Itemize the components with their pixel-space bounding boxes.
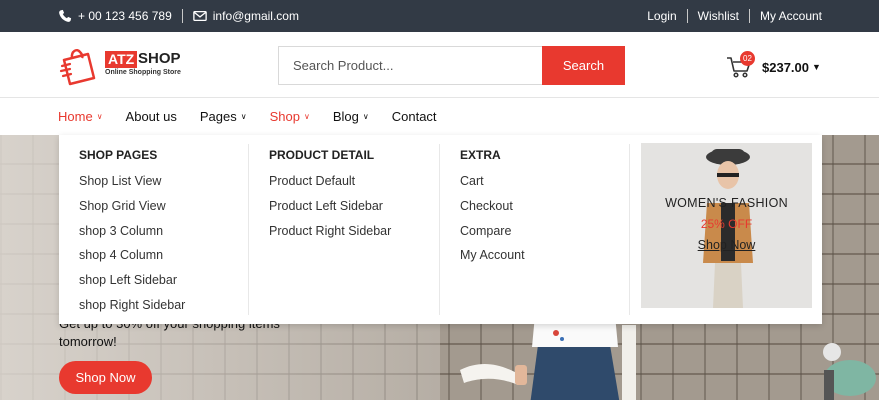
chevron-down-icon: ∨: [362, 112, 369, 121]
header: ATZ SHOP Online Shopping Store Search 02…: [0, 32, 879, 98]
mega-menu-link[interactable]: Product Left Sidebar: [269, 198, 391, 223]
mega-menu-link[interactable]: shop Right Sidebar: [79, 297, 185, 322]
cart-icon-wrapper: 02: [726, 51, 755, 79]
cart-total: $237.00: [762, 59, 809, 75]
nav-item-label: Pages: [199, 109, 237, 124]
logo-brand-text: SHOP: [138, 50, 181, 67]
wishlist-link[interactable]: Wishlist: [698, 9, 739, 23]
cart-widget[interactable]: 02 $237.00 ▼: [726, 51, 826, 82]
logo-brand-box: ATZ: [105, 51, 138, 68]
my-account-link[interactable]: My Account: [760, 9, 822, 23]
mega-menu-link[interactable]: Product Default: [269, 173, 391, 198]
logo[interactable]: ATZ SHOP Online Shopping Store: [58, 46, 188, 86]
nav-item-contact[interactable]: Contact: [392, 109, 437, 124]
scooter-image: [823, 343, 876, 400]
nav-item-blog[interactable]: Blog ∨: [333, 109, 369, 124]
mega-menu-link[interactable]: Product Right Sidebar: [269, 223, 391, 248]
search-bar: Search: [278, 46, 625, 85]
top-bar: + 00 123 456 789 info@gmail.com Login Wi…: [0, 0, 879, 32]
chevron-down-icon: ▼: [812, 62, 821, 72]
promo-title: WOMEN'S FASHION: [665, 196, 788, 210]
mega-menu-column-extra: EXTRA Cart Checkout Compare My Account: [440, 144, 630, 315]
mega-menu-column-shop-pages: SHOP PAGES Shop List View Shop Grid View…: [59, 144, 249, 315]
shopping-bag-logo-icon: [59, 49, 96, 86]
contact-info: + 00 123 456 789 info@gmail.com: [58, 9, 299, 23]
nav-item-label: Shop: [269, 109, 300, 124]
phone-contact: + 00 123 456 789: [58, 9, 172, 23]
mega-menu-link[interactable]: shop 4 Column: [79, 247, 185, 272]
promo-discount: 25% OFF: [700, 217, 753, 231]
email-address: info@gmail.com: [212, 9, 299, 23]
womens-fashion-promo[interactable]: WOMEN'S FASHION 25% OFF Shop Now: [641, 143, 812, 308]
nav-item-label: Contact: [391, 109, 437, 124]
shop-mega-menu: SHOP PAGES Shop List View Shop Grid View…: [59, 135, 822, 324]
hero-text-line-2: tomorrow!: [59, 334, 117, 349]
nav-item-label: Blog: [332, 109, 359, 124]
mega-menu-link[interactable]: My Account: [460, 247, 525, 272]
chevron-down-icon: ∨: [303, 112, 310, 121]
nav-item-home[interactable]: Home ∨: [58, 109, 103, 124]
envelope-icon: [192, 10, 207, 22]
nav-item-label: About us: [125, 109, 177, 124]
promo-shop-now-link[interactable]: Shop Now: [641, 238, 812, 252]
chevron-down-icon: ∨: [96, 112, 103, 121]
nav-item-pages[interactable]: Pages ∨: [200, 109, 247, 124]
nav-list: Home ∨ About us Pages ∨ Shop ∨ Blog ∨ Contac…: [58, 109, 460, 124]
model-image: [460, 315, 636, 400]
nav-item-shop[interactable]: Shop ∨: [270, 109, 310, 124]
phone-icon: [59, 9, 72, 22]
mega-menu-list: Cart Checkout Compare My Account: [460, 173, 525, 272]
mega-menu-heading: PRODUCT DETAIL: [269, 148, 375, 162]
mega-menu-link[interactable]: Shop Grid View: [79, 198, 185, 223]
email-contact[interactable]: info@gmail.com: [192, 9, 299, 23]
chevron-down-icon: ∨: [240, 112, 247, 121]
mega-menu-list: Product Default Product Left Sidebar Pro…: [269, 173, 391, 247]
search-input[interactable]: [278, 46, 543, 85]
nav-item-about-us[interactable]: About us: [126, 109, 177, 124]
hero-shop-now-button[interactable]: Shop Now: [59, 361, 152, 394]
login-link[interactable]: Login: [647, 9, 676, 23]
mega-menu-link[interactable]: shop Left Sidebar: [79, 272, 185, 297]
account-links: Login Wishlist My Account: [647, 9, 822, 23]
cart-count-badge: 02: [740, 51, 755, 66]
mega-menu-heading: EXTRA: [460, 148, 501, 162]
logo-tagline: Online Shopping Store: [105, 69, 181, 76]
nav-item-label: Home: [58, 109, 93, 124]
phone-number: + 00 123 456 789: [78, 9, 172, 23]
main-nav: Home ∨ About us Pages ∨ Shop ∨ Blog ∨ Contac…: [0, 99, 879, 135]
divider: [748, 9, 750, 23]
mega-menu-link[interactable]: Shop List View: [79, 173, 185, 198]
mega-menu-link[interactable]: Compare: [460, 223, 525, 248]
mega-menu-link[interactable]: Cart: [460, 173, 525, 198]
divider: [181, 9, 183, 23]
search-button[interactable]: Search: [542, 46, 625, 85]
mega-menu-column-product-detail: PRODUCT DETAIL Product Default Product L…: [249, 144, 440, 315]
mega-menu-list: Shop List View Shop Grid View shop 3 Col…: [79, 173, 185, 322]
mega-menu-link[interactable]: Checkout: [460, 198, 525, 223]
mega-menu-heading: SHOP PAGES: [79, 148, 158, 162]
mega-menu-link[interactable]: shop 3 Column: [79, 223, 185, 248]
divider: [686, 9, 688, 23]
